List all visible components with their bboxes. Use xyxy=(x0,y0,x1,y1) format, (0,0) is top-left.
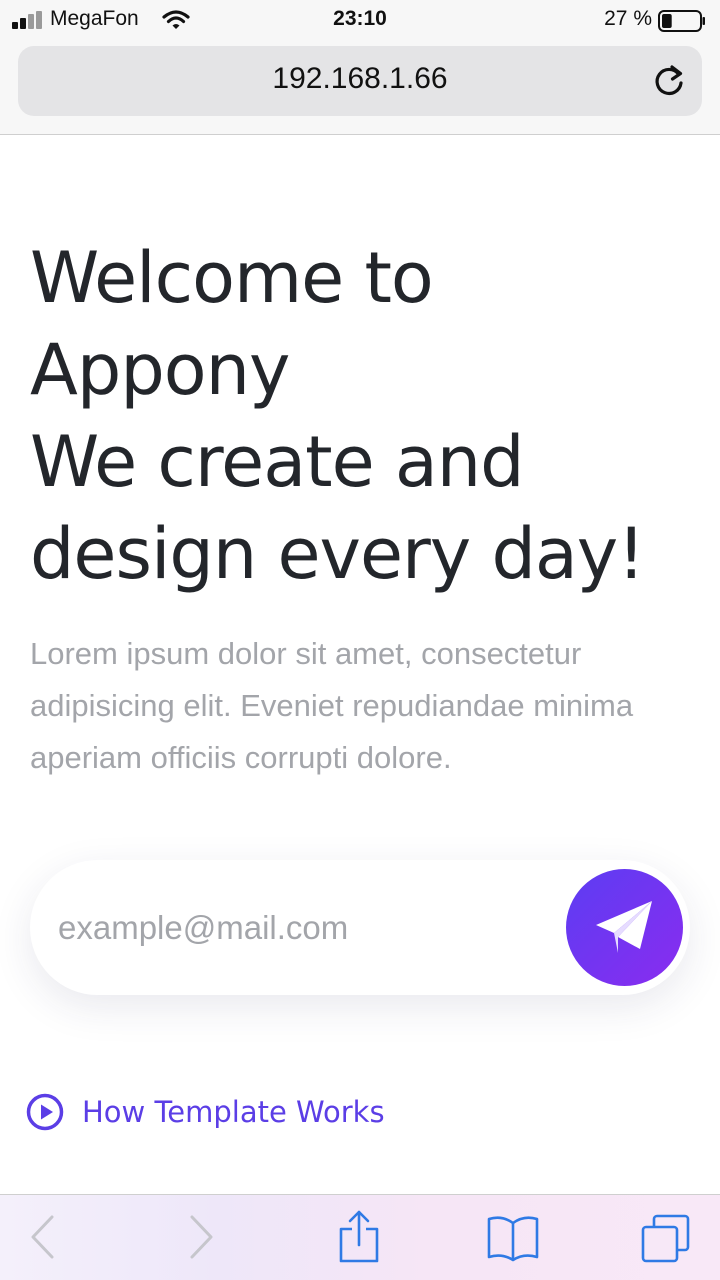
play-circle-icon[interactable] xyxy=(26,1093,64,1131)
bookmarks-icon[interactable] xyxy=(486,1213,540,1263)
battery-percent: 27 % xyxy=(604,7,652,30)
hero-description: Lorem ipsum dolor sit amet, consectetur … xyxy=(30,636,634,775)
hero-title-line: We create and xyxy=(30,421,525,503)
hero-title: Welcome to Appony We create and design e… xyxy=(30,232,710,600)
url-field[interactable]: 192.168.1.66 xyxy=(18,46,702,116)
subscribe-form xyxy=(30,860,690,995)
hero-title-line: Welcome to xyxy=(30,237,434,319)
paper-plane-icon xyxy=(596,901,652,953)
share-icon[interactable] xyxy=(338,1209,380,1263)
back-icon[interactable] xyxy=(28,1213,56,1261)
url-text[interactable]: 192.168.1.66 xyxy=(18,62,702,96)
how-template-works-link[interactable]: How Template Works xyxy=(26,1092,385,1132)
status-bar: MegaFon 23:10 27 % xyxy=(0,0,720,40)
forward-icon[interactable] xyxy=(188,1213,216,1261)
email-input[interactable] xyxy=(58,904,538,952)
tabs-icon[interactable] xyxy=(640,1213,692,1265)
battery-icon xyxy=(658,10,705,32)
how-template-works-label[interactable]: How Template Works xyxy=(82,1095,385,1129)
send-button[interactable] xyxy=(566,869,683,986)
screen: MegaFon 23:10 27 % 192.168.1.66 Welcome … xyxy=(0,0,720,1280)
hero-title-line: Appony xyxy=(30,329,290,411)
browser-toolbar xyxy=(0,1194,720,1280)
reload-icon[interactable] xyxy=(652,64,686,100)
hero-title-line: design every day! xyxy=(30,513,645,595)
browser-address-bar: 192.168.1.66 xyxy=(0,40,720,135)
